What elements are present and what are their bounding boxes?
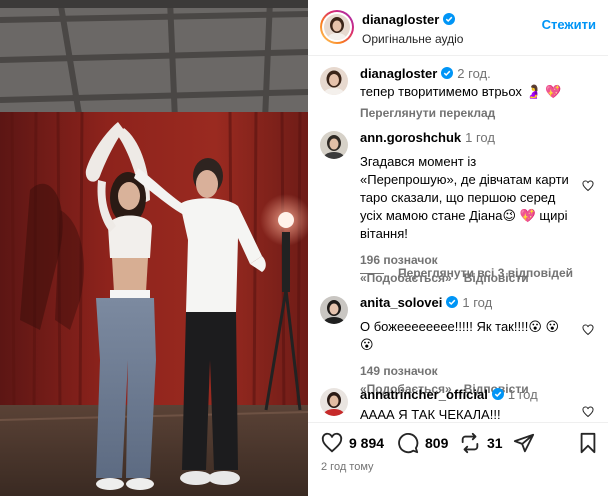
comment-time: 1 год	[465, 130, 495, 145]
save-button[interactable]	[578, 432, 604, 454]
comment-time: 1 год	[507, 387, 538, 402]
comment-time: 1 год	[462, 295, 493, 310]
like-button[interactable]: 9 894	[321, 432, 384, 454]
commenter-username[interactable]: ann.goroshchuk	[360, 130, 461, 145]
verified-badge-icon	[491, 388, 504, 400]
post-header: dianagloster Оригінальне аудіо Стежити	[308, 0, 608, 56]
verified-badge-icon	[443, 13, 456, 25]
repost-button[interactable]: 31	[459, 432, 503, 454]
comment-bubble-icon	[398, 432, 419, 454]
view-replies-link[interactable]: Переглянути всі 3 відповідей	[360, 266, 573, 280]
video-frame-image	[0, 0, 308, 496]
audio-label[interactable]: Оригінальне аудіо	[362, 32, 463, 46]
share-button[interactable]	[513, 432, 541, 454]
caption-text: тепер творитимемо втрьох 🤰 💖	[360, 84, 562, 99]
follow-button[interactable]: Стежити	[542, 17, 596, 32]
commenter-avatar[interactable]	[320, 296, 348, 324]
commenter-avatar[interactable]	[320, 388, 348, 416]
commenter-avatar[interactable]	[320, 131, 348, 159]
verified-badge-icon	[446, 296, 459, 308]
commenter-username[interactable]: anita_solovei	[360, 295, 442, 310]
caption-avatar[interactable]	[320, 67, 348, 95]
replies-divider-line	[360, 273, 384, 275]
story-ring[interactable]	[320, 10, 354, 44]
author-username[interactable]: dianagloster	[362, 12, 439, 27]
repost-icon	[461, 432, 479, 454]
translate-link[interactable]: Переглянути переклад	[360, 104, 575, 122]
heart-icon	[321, 432, 343, 453]
verified-badge-icon	[441, 67, 454, 79]
comment-button[interactable]: 809	[397, 432, 448, 454]
comment-text: О божееееееее!!!!! Як так!!!!😮 😮 😮	[360, 319, 560, 352]
comment-text: АААА Я ТАК ЧЕКАЛА!!!	[360, 407, 501, 422]
caption-time: 2 год.	[457, 66, 491, 81]
caption-username[interactable]: dianagloster	[360, 66, 437, 81]
comments-list[interactable]: dianagloster 2 год. тепер творитимемо втр…	[308, 56, 608, 422]
comment-like-heart-icon[interactable]	[582, 180, 594, 192]
post-age[interactable]: 2 год тому	[321, 461, 374, 473]
bookmark-icon	[580, 432, 596, 454]
like-count: 9 894	[349, 435, 385, 451]
post-actions-bar: 9 894 809 31 2 год тому	[308, 422, 608, 496]
comment-text: Згадався момент із «Перепрошую», де дівч…	[360, 154, 569, 241]
post-side-panel: dianagloster Оригінальне аудіо Стежити d…	[308, 0, 608, 496]
comment-like-heart-icon[interactable]	[582, 324, 594, 336]
repost-count: 31	[487, 435, 503, 451]
commenter-username[interactable]: annatrincher_official	[360, 387, 488, 402]
author-avatar[interactable]	[324, 14, 350, 40]
comment-count: 809	[425, 435, 449, 451]
paper-plane-icon	[513, 433, 535, 453]
post-video[interactable]	[0, 0, 308, 496]
comment-like-heart-icon[interactable]	[582, 406, 594, 418]
